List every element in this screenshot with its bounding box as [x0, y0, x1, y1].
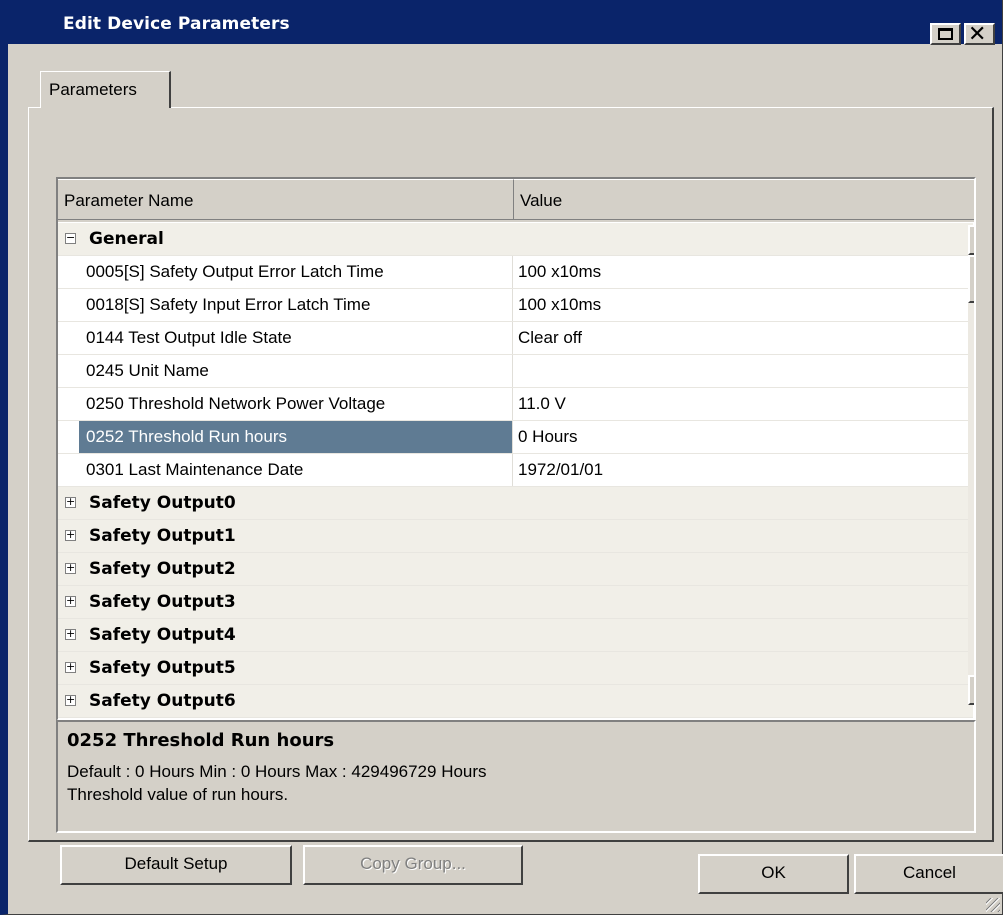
dialog-client-area: Parameters Parameter Name Value − Genera… — [8, 44, 1003, 914]
column-header-value[interactable]: Value — [514, 179, 974, 220]
group-row[interactable]: + Safety Output3 — [58, 586, 973, 619]
param-row-selected[interactable]: 0252 Threshold Run hours 0 Hours — [58, 421, 973, 454]
column-header-parameter-name[interactable]: Parameter Name — [58, 179, 514, 220]
ok-button[interactable]: OK — [698, 854, 849, 894]
edit-device-parameters-dialog: Edit Device Parameters ✕ Parameters Para… — [0, 0, 1003, 915]
expand-icon[interactable]: + — [65, 529, 76, 541]
param-row[interactable]: 0250 Threshold Network Power Voltage 11.… — [58, 388, 973, 421]
grid-rows: − General 0005[S] Safety Output Error La… — [58, 223, 973, 718]
expand-icon[interactable]: + — [65, 496, 76, 508]
param-name: 0018[S] Safety Input Error Latch Time — [79, 289, 513, 321]
param-name: 0144 Test Output Idle State — [79, 322, 513, 354]
expand-icon[interactable]: + — [65, 694, 76, 706]
tab-panel: Parameter Name Value − General 0005[S] S… — [28, 107, 994, 885]
description-range: Default : 0 Hours Min : 0 Hours Max : 42… — [67, 762, 487, 781]
param-value[interactable]: 1972/01/01 — [514, 460, 603, 480]
param-row[interactable]: 0005[S] Safety Output Error Latch Time 1… — [58, 256, 973, 289]
description-panel: 0252 Threshold Run hours Default : 0 Hou… — [56, 720, 976, 833]
group-label: Safety Output2 — [89, 559, 236, 579]
title-bar[interactable]: Edit Device Parameters ✕ — [8, 0, 1002, 47]
scroll-down-button[interactable] — [968, 675, 974, 705]
param-row[interactable]: 0144 Test Output Idle State Clear off — [58, 322, 973, 355]
copy-group-button[interactable]: Copy Group... — [303, 845, 523, 885]
param-name: 0005[S] Safety Output Error Latch Time — [79, 256, 513, 288]
group-label: General — [89, 229, 164, 249]
param-name: 0301 Last Maintenance Date — [79, 454, 513, 486]
group-row[interactable]: + Safety Output4 — [58, 619, 973, 652]
description-text: Threshold value of run hours. — [67, 785, 289, 804]
grid-header: Parameter Name Value — [58, 179, 974, 222]
expand-icon[interactable]: + — [65, 628, 76, 640]
param-value[interactable]: 100 x10ms — [514, 295, 601, 315]
expand-icon[interactable]: + — [65, 595, 76, 607]
expand-icon[interactable]: + — [65, 562, 76, 574]
group-label: Safety Output3 — [89, 592, 236, 612]
vertical-scrollbar[interactable] — [968, 225, 974, 705]
description-title: 0252 Threshold Run hours — [67, 730, 335, 751]
param-value[interactable]: Clear off — [514, 328, 582, 348]
window-title: Edit Device Parameters — [63, 14, 290, 34]
param-value[interactable]: 100 x10ms — [514, 262, 601, 282]
tab-parameters-label: Parameters — [49, 80, 137, 99]
collapse-icon[interactable]: − — [65, 232, 76, 244]
scroll-thumb[interactable] — [968, 255, 974, 303]
param-name: 0252 Threshold Run hours — [79, 421, 513, 453]
default-setup-button[interactable]: Default Setup — [60, 845, 292, 885]
param-name: 0245 Unit Name — [79, 355, 513, 387]
close-button[interactable]: ✕ — [964, 22, 995, 47]
scroll-up-button[interactable] — [968, 225, 974, 255]
cancel-button[interactable]: Cancel — [854, 854, 1003, 894]
group-label: Safety Output6 — [89, 691, 236, 711]
param-row[interactable]: 0301 Last Maintenance Date 1972/01/01 — [58, 454, 973, 487]
group-label: Safety Output0 — [89, 493, 236, 513]
group-row[interactable]: + Safety Output6 — [58, 685, 973, 718]
param-value[interactable]: 11.0 V — [514, 394, 566, 414]
resize-grip-icon[interactable] — [986, 898, 1000, 912]
param-name: 0250 Threshold Network Power Voltage — [79, 388, 513, 420]
group-row[interactable]: + Safety Output0 — [58, 487, 973, 520]
group-row[interactable]: + Safety Output5 — [58, 652, 973, 685]
group-label: Safety Output5 — [89, 658, 236, 678]
group-row[interactable]: + Safety Output1 — [58, 520, 973, 553]
group-label: Safety Output1 — [89, 526, 236, 546]
group-label: Safety Output4 — [89, 625, 236, 645]
param-row[interactable]: 0245 Unit Name — [58, 355, 973, 388]
expand-icon[interactable]: + — [65, 661, 76, 673]
tab-parameters[interactable]: Parameters — [40, 71, 171, 108]
param-row[interactable]: 0018[S] Safety Input Error Latch Time 10… — [58, 289, 973, 322]
group-row[interactable]: + Safety Output2 — [58, 553, 973, 586]
parameter-grid: Parameter Name Value − General 0005[S] S… — [56, 177, 976, 721]
maximize-icon — [938, 28, 953, 40]
param-value[interactable]: 0 Hours — [514, 427, 578, 447]
group-row-general[interactable]: − General — [58, 223, 973, 256]
maximize-button[interactable] — [930, 23, 961, 45]
